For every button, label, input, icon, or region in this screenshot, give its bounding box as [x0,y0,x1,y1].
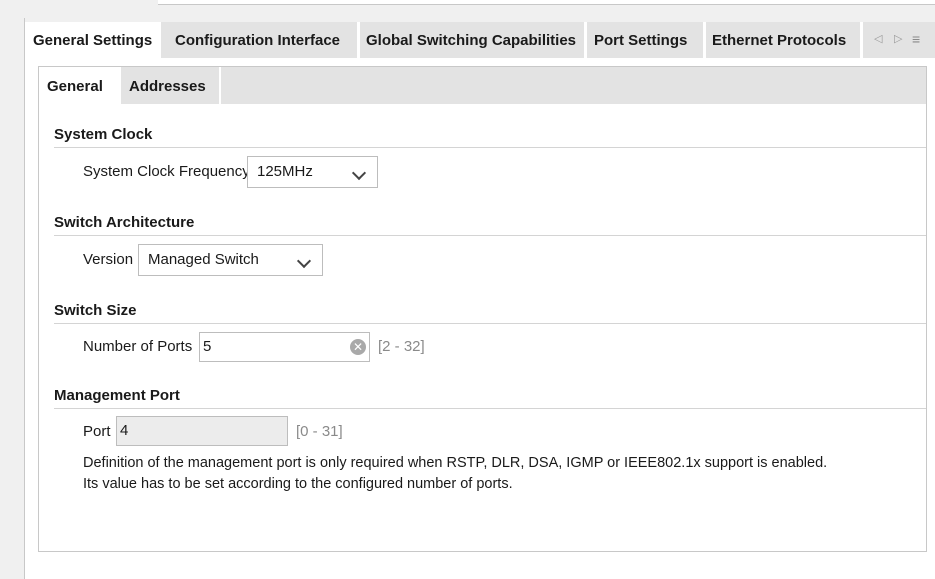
top-strip [158,0,935,5]
tab-addresses[interactable]: Addresses [121,67,219,104]
tab-separator [219,67,221,104]
port-label: Port [83,423,111,440]
section-title-switch-architecture: Switch Architecture [54,214,195,231]
clear-icon[interactable]: ✕ [350,339,366,355]
tab-general[interactable]: General [39,67,121,105]
tab-scroll-left-icon[interactable]: ◁ [874,32,882,45]
system-clock-frequency-select[interactable]: 125MHz [247,156,378,188]
outer-tab-bar: General Settings Configuration Interface… [25,22,935,59]
number-of-ports-range: [2 - 32] [378,338,425,355]
section-divider [54,323,926,324]
management-port-note-line-2: Its value has to be set according to the… [83,476,513,492]
management-port-note-line-1: Definition of the management port is onl… [83,455,828,471]
port-input[interactable]: 4 [116,416,288,446]
tab-separator [860,22,863,58]
system-clock-frequency-label: System Clock Frequency [83,163,250,180]
tab-ethernet-protocols[interactable]: Ethernet Protocols [704,22,860,58]
port-value: 4 [120,422,129,439]
tab-general-settings[interactable]: General Settings [25,22,161,59]
number-of-ports-value: 5 [203,338,212,355]
version-value: Managed Switch [148,251,259,268]
section-divider [54,235,926,236]
tab-configuration-interface[interactable]: Configuration Interface [167,22,357,58]
version-select[interactable]: Managed Switch [138,244,323,276]
section-divider [54,408,926,409]
section-title-management-port: Management Port [54,387,180,404]
version-label: Version [83,251,134,268]
port-range: [0 - 31] [296,423,343,440]
tab-global-switching-capabilities[interactable]: Global Switching Capabilities [358,22,584,58]
section-title-system-clock: System Clock [54,126,153,143]
tab-port-settings[interactable]: Port Settings [586,22,704,58]
number-of-ports-label: Number of Ports [83,338,193,355]
tab-scroll-right-icon[interactable]: ▷ [894,32,902,45]
general-content: System Clock System Clock Frequency 125M… [39,105,926,551]
system-clock-frequency-value: 125MHz [257,163,313,180]
number-of-ports-input[interactable]: 5 ✕ [199,332,370,362]
tab-list-menu-icon[interactable]: ≡ [912,31,920,47]
chevron-down-icon [351,165,367,181]
inner-panel: General Addresses System Clock System Cl… [38,66,927,552]
section-title-switch-size: Switch Size [54,302,137,319]
chevron-down-icon [296,253,312,269]
section-divider [54,147,926,148]
inner-tab-bar: General Addresses [39,67,926,105]
